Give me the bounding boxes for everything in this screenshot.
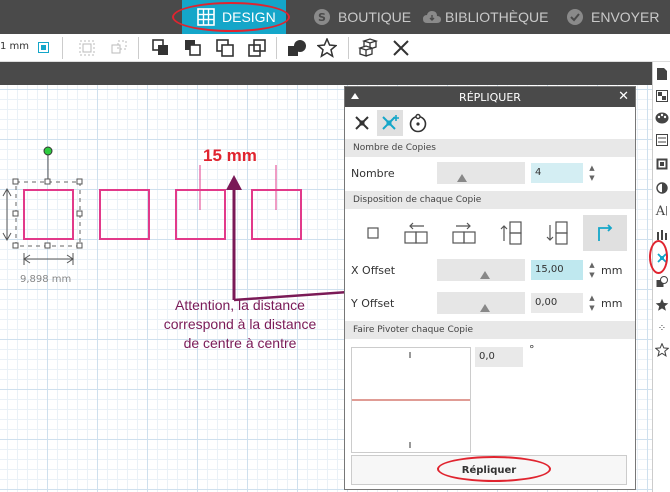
- page-setup-icon[interactable]: [654, 66, 670, 82]
- nombre-label: Nombre: [351, 167, 395, 180]
- y-offset-slider[interactable]: [437, 292, 525, 314]
- close-icon[interactable]: [390, 38, 412, 58]
- modify-icon[interactable]: [654, 274, 670, 290]
- tab-bibliotheque[interactable]: BIBLIOTHÈQUE: [422, 0, 548, 34]
- rotation-dial[interactable]: [351, 347, 471, 453]
- x-offset-unit: mm: [601, 264, 623, 277]
- tab-envoyer[interactable]: ENVOYER: [565, 0, 659, 34]
- svg-text:S: S: [318, 11, 326, 24]
- right-panel-icons: A | ⁘: [652, 62, 670, 492]
- rotate-unit: °: [529, 343, 535, 356]
- highlight-ellipse-replicate-icon: [649, 240, 668, 274]
- contrast-icon[interactable]: [654, 180, 670, 196]
- mirror-mode-tab[interactable]: [377, 110, 403, 136]
- send-backward-icon[interactable]: [182, 38, 204, 58]
- send-to-back-icon[interactable]: [246, 38, 268, 58]
- store-icon: S: [312, 7, 332, 27]
- text-icon[interactable]: A |: [654, 203, 670, 219]
- star-icon[interactable]: [316, 38, 338, 58]
- disposition-down-button[interactable]: [537, 215, 577, 251]
- slider-knob[interactable]: [457, 174, 467, 182]
- dialog-header: RÉPLIQUER ✕: [345, 87, 635, 107]
- unit-toggle[interactable]: [38, 42, 49, 53]
- bring-forward-icon[interactable]: [150, 38, 172, 58]
- note-line-2: correspond à la distance: [163, 316, 317, 332]
- shapes-icon[interactable]: [286, 38, 308, 58]
- highlight-ellipse-replicate-button: [437, 456, 551, 482]
- ungroup-icon[interactable]: [108, 38, 130, 58]
- top-navigation: DESIGN S BOUTIQUE BIBLIOTHÈQUE ENVOYER: [0, 0, 670, 34]
- fill-icon[interactable]: [654, 88, 670, 104]
- distance-annotation: 15 mm: [203, 146, 257, 165]
- y-offset-label: Y Offset: [351, 297, 395, 310]
- line-style-icon[interactable]: [654, 132, 670, 148]
- replicate-mode-tabs: [345, 107, 635, 139]
- bring-to-front-icon[interactable]: [214, 38, 236, 58]
- slider-knob[interactable]: [480, 304, 490, 312]
- x-offset-label: X Offset: [351, 264, 396, 277]
- note-line-3: de centre à centre: [183, 335, 297, 351]
- nombre-input[interactable]: 4: [531, 163, 583, 183]
- disposition-custom-button[interactable]: [583, 215, 627, 251]
- disposition-in-place-button[interactable]: [353, 215, 393, 251]
- unit-value: 1 mm: [0, 41, 30, 52]
- y-offset-input[interactable]: 0,00: [531, 293, 583, 313]
- palette-icon[interactable]: [654, 110, 670, 126]
- favorite-star-icon[interactable]: [654, 342, 670, 358]
- nombre-stepper[interactable]: ▲ ▼: [587, 163, 597, 183]
- tab-boutique-label: BOUTIQUE: [338, 9, 412, 25]
- cube-icon[interactable]: [358, 38, 380, 58]
- disposition-up-button[interactable]: [491, 215, 531, 251]
- group-icon[interactable]: [76, 38, 98, 58]
- x-offset-stepper[interactable]: ▲ ▼: [587, 260, 597, 280]
- image-icon[interactable]: [654, 156, 670, 172]
- disposition-right-button[interactable]: [445, 215, 485, 251]
- canvas-header-strip: [0, 62, 670, 85]
- sparkle-icon[interactable]: ⁘: [654, 320, 670, 336]
- tab-envoyer-label: ENVOYER: [591, 9, 660, 25]
- note-line-1: Attention, la distance: [175, 297, 305, 313]
- width-dimension-label: 9,898 mm: [20, 274, 72, 285]
- note-annotation: Attention, la distance correspond à la d…: [130, 296, 350, 353]
- close-dialog-icon[interactable]: ✕: [618, 89, 629, 104]
- disposition-left-button[interactable]: [397, 215, 437, 251]
- disposition-section-header: Disposition de chaque Copie: [345, 191, 635, 209]
- cloud-download-icon: [422, 7, 442, 27]
- highlight-ellipse-design: [172, 2, 290, 32]
- y-offset-stepper[interactable]: ▲ ▼: [587, 293, 597, 313]
- toolbar: 1 mm: [0, 34, 670, 62]
- replicate-mode-tab[interactable]: [349, 110, 375, 136]
- copies-section-header: Nombre de Copies: [345, 139, 635, 157]
- rotate-section-header: Faire Pivoter chaque Copie: [345, 321, 635, 339]
- x-offset-input[interactable]: 15,00: [531, 260, 583, 280]
- y-offset-unit: mm: [601, 297, 623, 310]
- tab-boutique[interactable]: S BOUTIQUE: [312, 0, 411, 34]
- replicate-dialog: RÉPLIQUER ✕ Nombre de Copies Nombre 4 ▲ ▼…: [344, 86, 636, 490]
- dialog-title: RÉPLIQUER: [459, 90, 521, 104]
- check-circle-icon: [565, 7, 585, 27]
- nombre-slider[interactable]: [437, 162, 525, 184]
- rotate-mode-tab[interactable]: [405, 110, 431, 136]
- rotate-input[interactable]: 0,0: [475, 347, 523, 367]
- tab-bibliotheque-label: BIBLIOTHÈQUE: [445, 9, 549, 25]
- trace-icon[interactable]: [654, 297, 670, 313]
- collapse-icon[interactable]: [351, 93, 359, 99]
- slider-knob[interactable]: [480, 271, 490, 279]
- x-offset-slider[interactable]: [437, 259, 525, 281]
